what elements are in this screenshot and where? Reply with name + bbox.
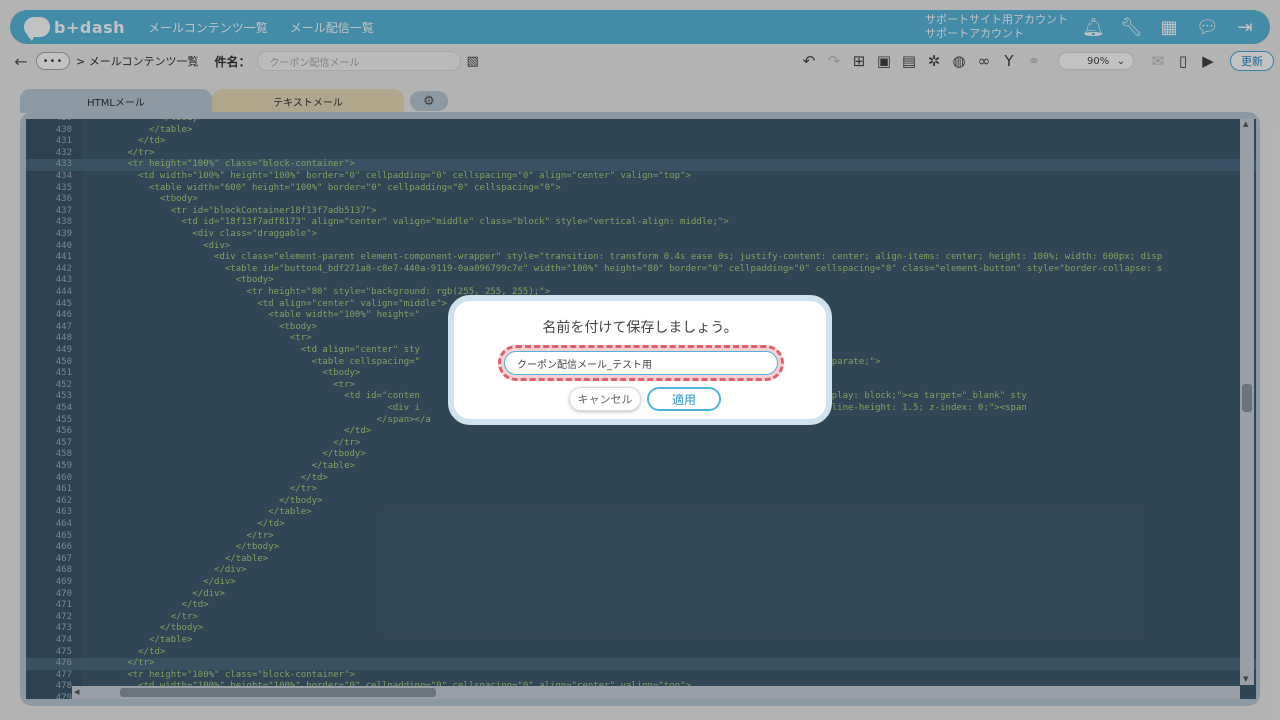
save-name-dialog: 名前を付けて保存しましょう。 クーポン配信メール_テスト用 キャンセル 適用 bbox=[448, 295, 832, 425]
name-input[interactable]: クーポン配信メール_テスト用 bbox=[504, 351, 778, 375]
highlight-outline: クーポン配信メール_テスト用 bbox=[498, 345, 784, 381]
apply-button[interactable]: 適用 bbox=[647, 387, 721, 411]
cancel-button[interactable]: キャンセル bbox=[569, 387, 641, 411]
dialog-title: 名前を付けて保存しましょう。 bbox=[542, 320, 738, 336]
